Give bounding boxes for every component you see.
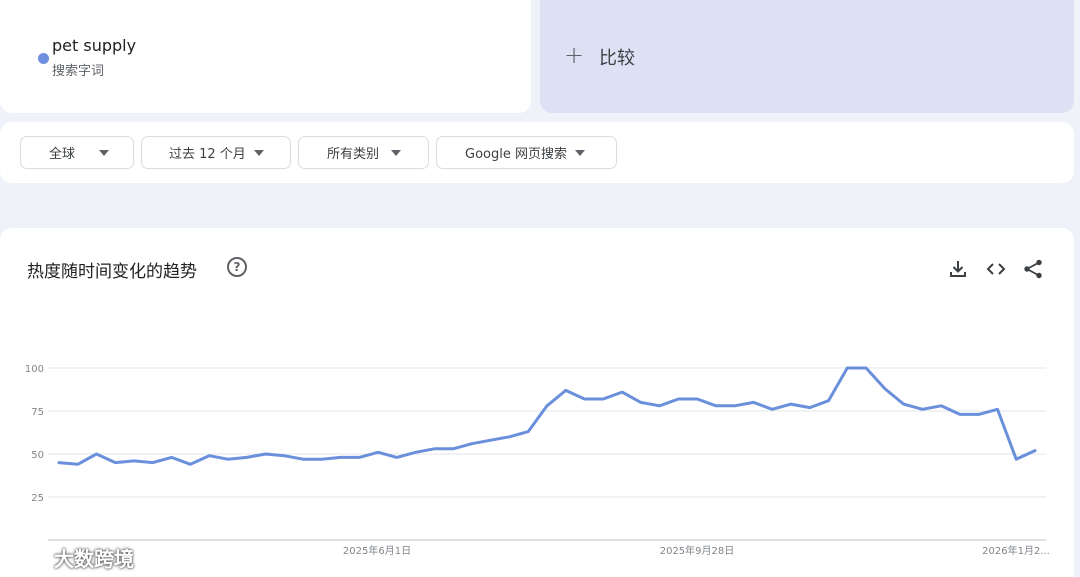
category-filter-dropdown[interactable]: 所有类别 [298, 136, 429, 169]
search-term-type: 搜索字词 [52, 64, 105, 79]
compare-label: 比较 [599, 48, 635, 69]
time-range-filter-dropdown[interactable]: 过去 12 个月 [141, 136, 291, 169]
filter-bar: 全球 过去 12 个月 所有类别 Google 网页搜索 [0, 122, 1074, 183]
region-filter-label: 全球 [49, 147, 76, 162]
interest-line-chart: 25 50 75 100 2025年6月1日 2025年9月28日 2026年1月2... [25, 364, 1050, 557]
chevron-down-icon [99, 149, 110, 156]
watermark-text: 大数跨境 [54, 547, 134, 571]
download-icon[interactable] [947, 258, 969, 280]
watermark-logo-icon [10, 546, 45, 570]
chart-panel-title: 热度随时间变化的趋势 [27, 262, 197, 282]
embed-code-icon[interactable] [985, 258, 1007, 280]
chevron-down-icon [253, 149, 264, 156]
series-color-dot [38, 53, 49, 64]
share-icon[interactable] [1022, 258, 1044, 280]
region-filter-dropdown[interactable]: 全球 [20, 136, 134, 169]
y-tick-label: 25 [31, 493, 44, 504]
plus-icon: + [564, 41, 585, 69]
search-type-filter-label: Google 网页搜索 [465, 147, 567, 162]
category-filter-label: 所有类别 [327, 147, 380, 162]
x-tick-label: 2025年6月1日 [343, 544, 411, 557]
help-circle-icon[interactable]: ? [227, 257, 247, 277]
y-tick-label: 50 [31, 450, 44, 461]
search-type-filter-dropdown[interactable]: Google 网页搜索 [436, 136, 617, 169]
series-line [57, 366, 1037, 466]
compare-button[interactable]: + 比较 [540, 0, 1074, 113]
search-term-card[interactable]: pet supply 搜索字词 [0, 0, 531, 113]
x-tick-label: 2025年9月28日 [660, 544, 735, 557]
time-range-filter-label: 过去 12 个月 [169, 147, 246, 162]
search-term-name[interactable]: pet supply [52, 36, 136, 55]
chevron-down-icon [391, 149, 402, 156]
watermark: 大数跨境 [8, 543, 134, 572]
interest-over-time-card: 热度随时间变化的趋势 ? 25 50 75 100 2025年6月1日 2025年9月28… [0, 228, 1074, 577]
chevron-down-icon [574, 149, 585, 156]
x-tick-label: 2026年1月2... [982, 544, 1050, 557]
y-tick-label: 100 [25, 364, 44, 375]
y-tick-label: 75 [31, 407, 44, 418]
